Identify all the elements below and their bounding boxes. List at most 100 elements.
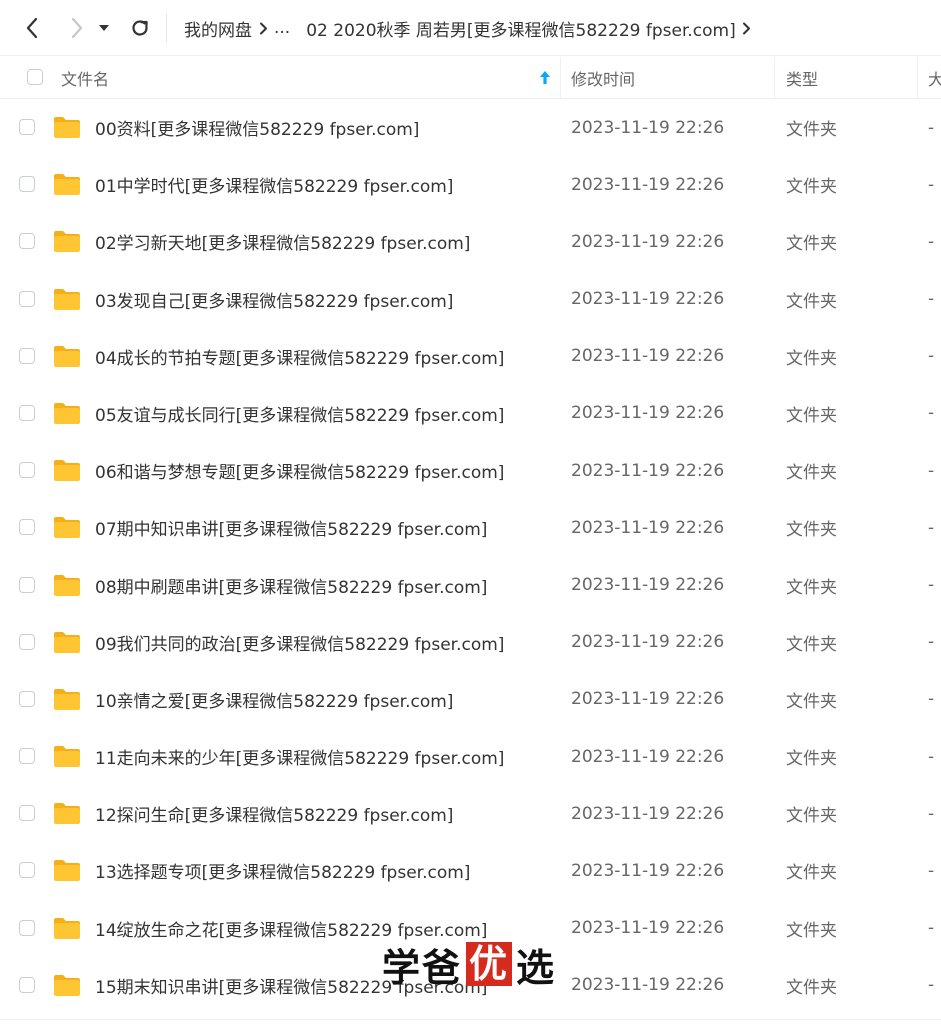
column-header-size[interactable]: 大 — [928, 57, 941, 98]
select-all-checkbox[interactable] — [27, 69, 43, 85]
table-row[interactable]: 03发现自己[更多课程微信582229 fpser.com] 2023-11-19… — [0, 271, 941, 328]
nav-bar: 我的网盘 ... 02 2020秋季 周若男[更多课程微信582229 fpse… — [0, 0, 941, 56]
folder-icon — [54, 288, 80, 310]
row-checkbox[interactable] — [19, 633, 35, 650]
folder-icon — [54, 460, 80, 482]
table-row[interactable]: 10亲情之爱[更多课程微信582229 fpser.com] 2023-11-19… — [0, 671, 941, 728]
file-type: 文件夹 — [786, 234, 837, 255]
row-checkbox[interactable] — [19, 690, 35, 707]
file-name[interactable]: 00资料[更多课程微信582229 fpser.com] — [95, 99, 419, 156]
column-divider[interactable] — [560, 57, 561, 98]
column-header-type[interactable]: 类型 — [786, 57, 818, 98]
file-name[interactable]: 06和谐与梦想专题[更多课程微信582229 fpser.com] — [95, 442, 504, 499]
modified-time: 2023-11-19 22:26 — [571, 231, 725, 252]
file-type: 文件夹 — [786, 463, 837, 484]
file-type: 文件夹 — [786, 863, 837, 884]
nav-divider — [166, 14, 167, 42]
table-row[interactable]: 08期中刷题串讲[更多课程微信582229 fpser.com] 2023-11-… — [0, 557, 941, 614]
breadcrumb-root[interactable]: 我的网盘 — [184, 16, 252, 41]
breadcrumb: 我的网盘 ... 02 2020秋季 周若男[更多课程微信582229 fpse… — [184, 14, 758, 42]
folder-icon — [54, 860, 80, 882]
breadcrumb-current[interactable]: 02 2020秋季 周若男[更多课程微信582229 fpser.com] — [306, 16, 736, 41]
file-type: 文件夹 — [786, 920, 837, 941]
modified-time: 2023-11-19 22:26 — [571, 746, 725, 767]
row-checkbox[interactable] — [19, 576, 35, 593]
file-type: 文件夹 — [786, 749, 837, 770]
file-name[interactable]: 04成长的节拍专题[更多课程微信582229 fpser.com] — [95, 328, 504, 385]
table-row[interactable]: 04成长的节拍专题[更多课程微信582229 fpser.com] 2023-11… — [0, 328, 941, 385]
folder-icon — [54, 688, 80, 710]
modified-time: 2023-11-19 22:26 — [571, 517, 725, 538]
column-header-modified[interactable]: 修改时间 — [571, 57, 635, 98]
history-dropdown-icon — [99, 25, 109, 31]
file-size: - — [928, 460, 935, 481]
table-row[interactable]: 07期中知识串讲[更多课程微信582229 fpser.com] 2023-11-… — [0, 499, 941, 556]
folder-icon — [54, 174, 80, 196]
file-name[interactable]: 02学习新天地[更多课程微信582229 fpser.com] — [95, 213, 470, 270]
back-button[interactable] — [14, 10, 50, 46]
refresh-button[interactable] — [122, 10, 158, 46]
table-row[interactable]: 11走向未来的少年[更多课程微信582229 fpser.com] 2023-11… — [0, 728, 941, 785]
modified-time: 2023-11-19 22:26 — [571, 918, 725, 939]
modified-time: 2023-11-19 22:26 — [571, 460, 725, 481]
table-row[interactable]: 12探问生命[更多课程微信582229 fpser.com] 2023-11-19… — [0, 785, 941, 842]
table-row[interactable]: 05友谊与成长同行[更多课程微信582229 fpser.com] 2023-11… — [0, 385, 941, 442]
table-row[interactable]: 01中学时代[更多课程微信582229 fpser.com] 2023-11-19… — [0, 156, 941, 213]
table-row[interactable]: 06和谐与梦想专题[更多课程微信582229 fpser.com] 2023-11… — [0, 442, 941, 499]
row-checkbox[interactable] — [19, 462, 35, 479]
file-type: 文件夹 — [786, 348, 837, 369]
modified-time: 2023-11-19 22:26 — [571, 403, 725, 424]
breadcrumb-ellipsis[interactable]: ... — [274, 18, 290, 38]
modified-time: 2023-11-19 22:26 — [571, 803, 725, 824]
file-size: - — [928, 231, 935, 252]
file-size: - — [928, 632, 935, 653]
modified-time: 2023-11-19 22:26 — [571, 975, 725, 996]
file-name[interactable]: 08期中刷题串讲[更多课程微信582229 fpser.com] — [95, 557, 487, 614]
file-type: 文件夹 — [786, 577, 837, 598]
folder-icon — [54, 517, 80, 539]
file-size: - — [928, 975, 935, 996]
list-bottom-border — [0, 1019, 941, 1020]
row-checkbox[interactable] — [19, 976, 35, 993]
file-name[interactable]: 11走向未来的少年[更多课程微信582229 fpser.com] — [95, 728, 504, 785]
sort-ascending-icon[interactable] — [538, 69, 552, 87]
file-list: 00资料[更多课程微信582229 fpser.com] 2023-11-19 2… — [0, 99, 941, 1014]
file-name[interactable]: 03发现自己[更多课程微信582229 fpser.com] — [95, 271, 453, 328]
file-name[interactable]: 13选择题专项[更多课程微信582229 fpser.com] — [95, 842, 470, 899]
file-name[interactable]: 07期中知识串讲[更多课程微信582229 fpser.com] — [95, 499, 487, 556]
column-divider[interactable] — [917, 57, 918, 98]
row-checkbox[interactable] — [19, 919, 35, 936]
row-checkbox[interactable] — [19, 404, 35, 421]
file-type: 文件夹 — [786, 634, 837, 655]
file-type: 文件夹 — [786, 405, 837, 426]
file-name[interactable]: 10亲情之爱[更多课程微信582229 fpser.com] — [95, 671, 453, 728]
table-row[interactable]: 09我们共同的政治[更多课程微信582229 fpser.com] 2023-11… — [0, 614, 941, 671]
row-checkbox[interactable] — [19, 290, 35, 307]
file-name[interactable]: 05友谊与成长同行[更多课程微信582229 fpser.com] — [95, 385, 504, 442]
file-name[interactable]: 09我们共同的政治[更多课程微信582229 fpser.com] — [95, 614, 504, 671]
file-name[interactable]: 01中学时代[更多课程微信582229 fpser.com] — [95, 156, 453, 213]
folder-icon — [54, 231, 80, 253]
column-divider[interactable] — [774, 57, 775, 98]
row-checkbox[interactable] — [19, 862, 35, 879]
column-header-name[interactable]: 文件名 — [61, 57, 109, 98]
file-name[interactable]: 12探问生命[更多课程微信582229 fpser.com] — [95, 785, 453, 842]
row-checkbox[interactable] — [19, 347, 35, 364]
row-checkbox[interactable] — [19, 176, 35, 193]
table-header: 文件名 修改时间 类型 大 — [0, 57, 941, 99]
table-row[interactable]: 00资料[更多课程微信582229 fpser.com] 2023-11-19 2… — [0, 99, 941, 156]
folder-icon — [54, 631, 80, 653]
row-checkbox[interactable] — [19, 805, 35, 822]
folder-icon — [54, 746, 80, 768]
forward-button[interactable] — [59, 10, 95, 46]
watermark-text-after: 选 — [516, 945, 557, 990]
row-checkbox[interactable] — [19, 748, 35, 765]
row-checkbox[interactable] — [19, 233, 35, 250]
table-row[interactable]: 02学习新天地[更多课程微信582229 fpser.com] 2023-11-1… — [0, 213, 941, 270]
chevron-right-icon[interactable] — [736, 14, 758, 42]
history-dropdown-button[interactable] — [92, 10, 116, 46]
row-checkbox[interactable] — [19, 119, 35, 135]
row-checkbox[interactable] — [19, 519, 35, 536]
table-row[interactable]: 13选择题专项[更多课程微信582229 fpser.com] 2023-11-1… — [0, 842, 941, 899]
file-type: 文件夹 — [786, 120, 837, 140]
